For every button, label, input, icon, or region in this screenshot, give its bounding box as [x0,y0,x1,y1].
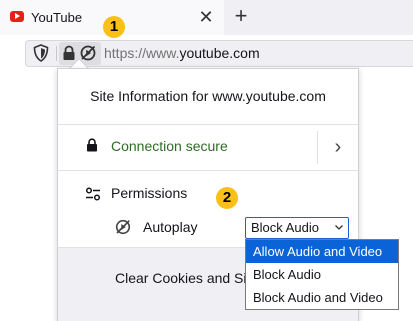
browser-window: YouTube ✕ + https://www.youtube.com 1 Si… [0,0,413,321]
tab-strip: YouTube ✕ + [0,0,413,35]
autoplay-select-value: Block Audio [251,220,319,235]
autoplay-options-list: Allow Audio and Video Block Audio Block … [245,239,399,310]
autoplay-select[interactable]: Block Audio [245,217,349,239]
autoplay-blocked-icon[interactable] [79,44,97,62]
divider [58,170,358,171]
shield-icon[interactable] [31,43,51,63]
url-text[interactable]: https://www.youtube.com [104,45,260,61]
callout-badge-2: 2 [216,187,238,209]
option-block-audio-and-video[interactable]: Block Audio and Video [246,286,398,309]
callout-badge-1: 1 [103,16,125,38]
lock-icon [87,138,97,152]
option-block-audio[interactable]: Block Audio [246,263,398,286]
new-tab-button[interactable]: + [229,4,253,28]
tab-title: YouTube [31,10,83,25]
chevron-right-icon[interactable]: › [318,125,358,170]
sliders-icon [85,187,101,201]
permissions-heading: Permissions [111,185,188,201]
lock-icon[interactable] [62,45,76,61]
youtube-icon [10,11,24,22]
url-prefix: https://www. [104,45,180,61]
panel-title: Site Information for www.youtube.com [90,88,326,104]
connection-row[interactable]: Connection secure [58,125,316,170]
autoplay-label: Autoplay [143,219,198,235]
autoplay-blocked-icon [115,219,131,235]
url-divider [56,46,57,61]
chevron-down-icon [335,225,343,230]
connection-secure-label: Connection secure [111,138,228,154]
close-icon[interactable]: ✕ [196,7,216,27]
option-allow-audio-and-video[interactable]: Allow Audio and Video [246,240,398,263]
url-host: youtube.com [179,45,260,61]
